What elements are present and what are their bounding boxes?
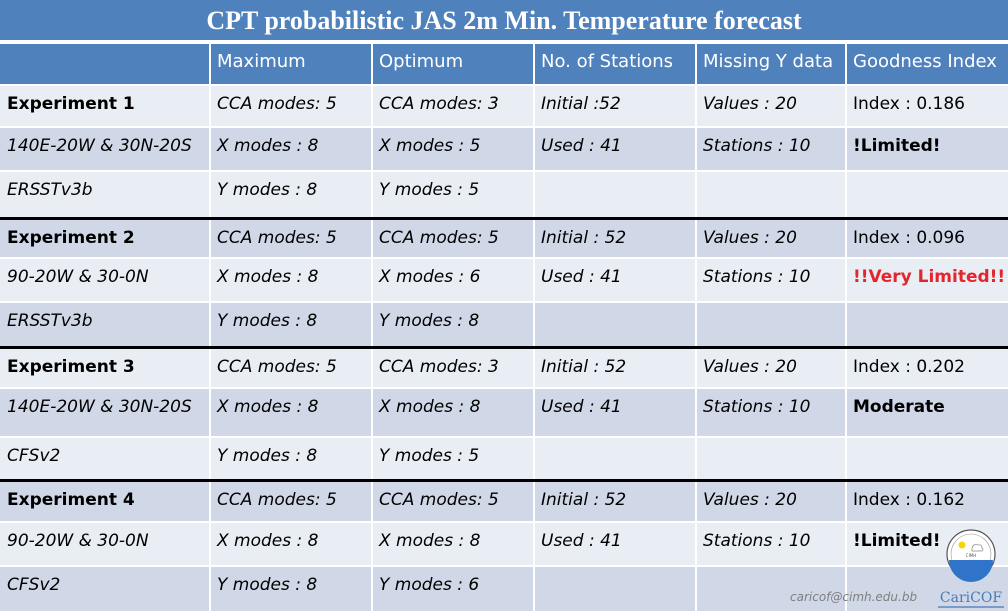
caricof-wordmark: CariCOF xyxy=(940,590,1002,606)
optimum-cell: Y modes : 6 xyxy=(371,565,535,612)
wave-icon xyxy=(949,560,993,582)
maximum-cell: X modes : 8 xyxy=(209,257,373,303)
maximum-cell: X modes : 8 xyxy=(209,126,373,172)
experiment-name: Experiment 3 xyxy=(0,345,211,389)
stations-cell: Used : 41 xyxy=(533,521,697,567)
stations-cell: Used : 41 xyxy=(533,126,697,172)
maximum-cell: Y modes : 8 xyxy=(209,436,373,481)
optimum-cell: CCA modes: 3 xyxy=(371,345,535,389)
domain-cell: 90-20W & 30-0N xyxy=(0,257,211,303)
goodness-rating: !!Very Limited!! xyxy=(845,257,1008,303)
header-missing-y-data: Missing Y data xyxy=(695,42,847,86)
predictor-dataset-cell: ERSSTv3b xyxy=(0,170,211,219)
table-row: Experiment 3 CCA modes: 5 CCA modes: 3 I… xyxy=(0,345,1008,389)
optimum-cell: X modes : 8 xyxy=(371,387,535,438)
empty-cell xyxy=(533,436,697,481)
table-row: ERSSTv3b Y modes : 8 Y modes : 5 xyxy=(0,170,1008,219)
maximum-cell: Y modes : 8 xyxy=(209,301,373,348)
experiment-name: Experiment 1 xyxy=(0,84,211,128)
experiment-name: Experiment 4 xyxy=(0,478,211,523)
optimum-cell: X modes : 6 xyxy=(371,257,535,303)
empty-cell xyxy=(845,170,1008,219)
forecast-table: Maximum Optimum No. of Stations Missing … xyxy=(0,42,1008,612)
maximum-cell: X modes : 8 xyxy=(209,521,373,567)
table-row: 140E-20W & 30N-20S X modes : 8 X modes :… xyxy=(0,126,1008,172)
header-row: Maximum Optimum No. of Stations Missing … xyxy=(0,42,1008,86)
experiment-name: Experiment 2 xyxy=(0,216,211,259)
predictor-dataset-cell: CFSv2 xyxy=(0,565,211,612)
slide-title: CPT probabilistic JAS 2m Min. Temperatur… xyxy=(0,0,1008,40)
empty-cell xyxy=(695,301,847,348)
table-row: CFSv2 Y modes : 8 Y modes : 5 xyxy=(0,436,1008,481)
stations-cell: Initial : 52 xyxy=(533,216,697,259)
missing-data-cell: Values : 20 xyxy=(695,345,847,389)
empty-cell xyxy=(695,565,847,612)
empty-cell xyxy=(533,301,697,348)
missing-data-cell: Values : 20 xyxy=(695,478,847,523)
optimum-cell: X modes : 5 xyxy=(371,126,535,172)
missing-data-cell: Stations : 10 xyxy=(695,387,847,438)
predictor-dataset-cell: CFSv2 xyxy=(0,436,211,481)
table-row: 140E-20W & 30N-20S X modes : 8 X modes :… xyxy=(0,387,1008,438)
optimum-cell: Y modes : 8 xyxy=(371,301,535,348)
optimum-cell: Y modes : 5 xyxy=(371,170,535,219)
sun-icon xyxy=(958,541,966,549)
maximum-cell: Y modes : 8 xyxy=(209,170,373,219)
optimum-cell: CCA modes: 5 xyxy=(371,216,535,259)
missing-data-cell: Values : 20 xyxy=(695,84,847,128)
table-row: 90-20W & 30-0N X modes : 8 X modes : 6 U… xyxy=(0,257,1008,303)
svg-text:CIMH: CIMH xyxy=(966,553,976,558)
maximum-cell: CCA modes: 5 xyxy=(209,216,373,259)
domain-cell: 90-20W & 30-0N xyxy=(0,521,211,567)
maximum-cell: Y modes : 8 xyxy=(209,565,373,612)
table-row: 90-20W & 30-0N X modes : 8 X modes : 8 U… xyxy=(0,521,1008,567)
header-optimum: Optimum xyxy=(371,42,535,86)
table-row: Experiment 1 CCA modes: 5 CCA modes: 3 I… xyxy=(0,84,1008,128)
stations-cell: Initial :52 xyxy=(533,84,697,128)
goodness-rating: Moderate xyxy=(845,387,1008,438)
stations-cell: Initial : 52 xyxy=(533,345,697,389)
domain-cell: 140E-20W & 30N-20S xyxy=(0,126,211,172)
cimh-emblem-icon: CIMH CariCOF xyxy=(938,529,1004,608)
empty-cell xyxy=(533,565,697,612)
header-experiment xyxy=(0,42,211,86)
empty-cell xyxy=(695,436,847,481)
goodness-rating: !Limited! xyxy=(845,126,1008,172)
goodness-index-cell: Index : 0.186 xyxy=(845,84,1008,128)
header-goodness-index: Goodness Index xyxy=(845,42,1008,86)
stations-cell: Used : 41 xyxy=(533,387,697,438)
optimum-cell: Y modes : 5 xyxy=(371,436,535,481)
goodness-index-cell: Index : 0.202 xyxy=(845,345,1008,389)
maximum-cell: CCA modes: 5 xyxy=(209,478,373,523)
maximum-cell: CCA modes: 5 xyxy=(209,345,373,389)
contact-email: caricof@cimh.edu.bb xyxy=(790,590,918,604)
cloud-icon xyxy=(971,544,984,552)
table-row: CFSv2 Y modes : 8 Y modes : 6 xyxy=(0,565,1008,612)
maximum-cell: CCA modes: 5 xyxy=(209,84,373,128)
header-no-of-stations: No. of Stations xyxy=(533,42,697,86)
empty-cell xyxy=(845,301,1008,348)
goodness-index-cell: Index : 0.162 xyxy=(845,478,1008,523)
empty-cell xyxy=(695,170,847,219)
stations-cell: Used : 41 xyxy=(533,257,697,303)
empty-cell xyxy=(533,170,697,219)
maximum-cell: X modes : 8 xyxy=(209,387,373,438)
missing-data-cell: Stations : 10 xyxy=(695,257,847,303)
missing-data-cell: Stations : 10 xyxy=(695,126,847,172)
goodness-index-cell: Index : 0.096 xyxy=(845,216,1008,259)
missing-data-cell: Stations : 10 xyxy=(695,521,847,567)
table-row: ERSSTv3b Y modes : 8 Y modes : 8 xyxy=(0,301,1008,348)
caricof-logo: CIMH CariCOF xyxy=(934,528,1008,612)
predictor-dataset-cell: ERSSTv3b xyxy=(0,301,211,348)
stations-cell: Initial : 52 xyxy=(533,478,697,523)
domain-cell: 140E-20W & 30N-20S xyxy=(0,387,211,438)
header-maximum: Maximum xyxy=(209,42,373,86)
optimum-cell: CCA modes: 5 xyxy=(371,478,535,523)
optimum-cell: X modes : 8 xyxy=(371,521,535,567)
table-row: Experiment 4 CCA modes: 5 CCA modes: 5 I… xyxy=(0,478,1008,523)
optimum-cell: CCA modes: 3 xyxy=(371,84,535,128)
missing-data-cell: Values : 20 xyxy=(695,216,847,259)
empty-cell xyxy=(845,436,1008,481)
table-row: Experiment 2 CCA modes: 5 CCA modes: 5 I… xyxy=(0,216,1008,259)
